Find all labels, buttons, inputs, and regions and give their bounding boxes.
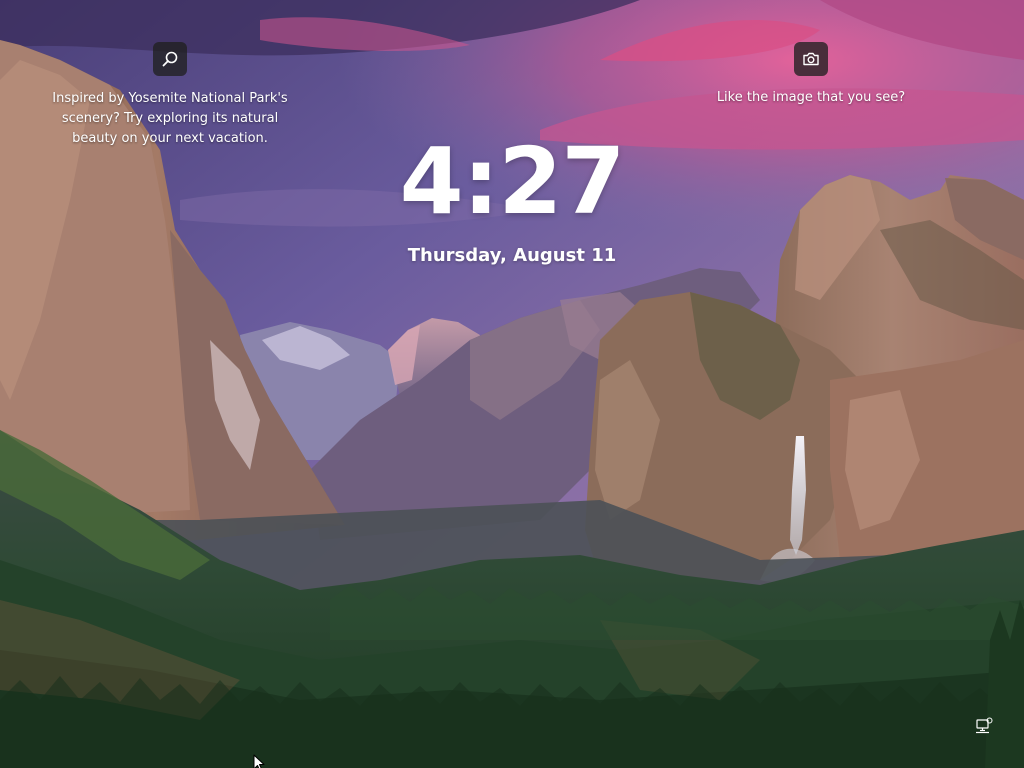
camera-button[interactable] [794,42,828,76]
camera-icon [803,52,819,66]
like-image-text[interactable]: Like the image that you see? [700,88,922,108]
lock-screen-time: 4:27 [399,128,626,235]
network-icon[interactable] [975,717,993,735]
mouse-pointer-icon [253,754,265,768]
search-button[interactable] [153,42,187,76]
lock-screen[interactable]: Inspired by Yosemite National Park's sce… [0,0,1024,768]
lock-screen-date: Thursday, August 11 [407,245,617,266]
search-icon [162,51,178,67]
